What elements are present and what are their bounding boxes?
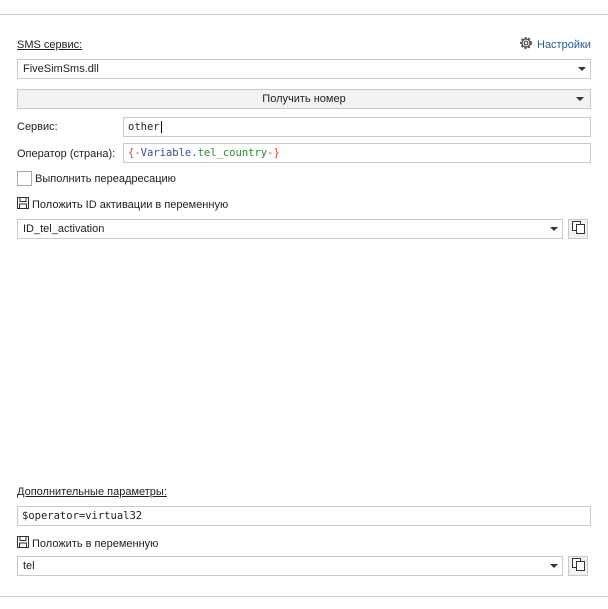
top-divider <box>0 14 608 15</box>
sms-service-select[interactable]: FiveSimSms.dll <box>17 59 591 79</box>
result-var-label: Положить в переменную <box>32 537 159 550</box>
service-input[interactable]: other <box>123 117 591 137</box>
chevron-down-icon <box>546 227 562 231</box>
activation-var-label: Положить ID активации в переменную <box>32 198 229 211</box>
result-var-value: tel <box>23 560 35 572</box>
operator-label: Оператор (страна): <box>17 148 116 160</box>
chevron-down-icon <box>572 92 588 106</box>
chevron-down-icon <box>574 67 590 71</box>
sms-service-label: SMS сервис: <box>17 39 83 51</box>
extra-params-value: $operator=virtual32 <box>22 510 143 522</box>
result-var-heading: Положить в переменную <box>17 536 158 551</box>
action-label: Получить номер <box>262 93 346 105</box>
variable-close-brace: } <box>273 147 280 159</box>
text-caret <box>160 121 162 133</box>
sms-service-value: FiveSimSms.dll <box>23 63 99 75</box>
redirect-label: Выполнить переадресацию <box>35 173 176 185</box>
result-var-select[interactable]: tel <box>17 556 563 576</box>
copy-icon <box>571 221 585 237</box>
copy-icon <box>571 558 585 574</box>
floppy-disk-icon <box>17 536 29 551</box>
bottom-divider <box>0 596 608 597</box>
settings-link[interactable]: Настройки <box>518 35 591 54</box>
operator-input[interactable]: {- Variable. tel_country -} <box>123 143 591 163</box>
extra-params-input[interactable]: $operator=virtual32 <box>17 506 591 526</box>
activation-var-value: ID_tel_activation <box>23 223 105 235</box>
copy-result-var-button[interactable] <box>568 556 588 576</box>
redirect-checkbox[interactable] <box>17 171 32 186</box>
floppy-disk-icon <box>17 197 29 212</box>
service-value: other <box>128 121 160 133</box>
variable-namespace: Variable <box>140 147 192 159</box>
service-label: Сервис: <box>17 121 58 133</box>
settings-label: Настройки <box>537 38 591 51</box>
copy-activation-var-button[interactable] <box>568 219 588 239</box>
activation-var-heading: Положить ID активации в переменную <box>17 197 228 212</box>
activation-var-select[interactable]: ID_tel_activation <box>17 219 563 239</box>
chevron-down-icon <box>546 564 562 568</box>
action-select[interactable]: Получить номер <box>17 89 591 109</box>
variable-field: tel_country <box>197 147 268 159</box>
extra-params-label: Дополнительные параметры: <box>17 486 167 498</box>
gear-icon <box>518 35 534 54</box>
